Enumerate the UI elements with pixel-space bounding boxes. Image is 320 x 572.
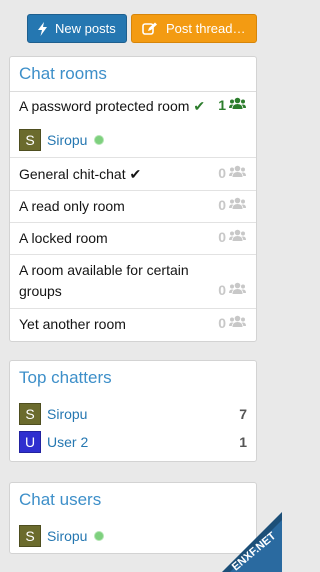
users-icon bbox=[229, 197, 246, 213]
avatar[interactable]: U bbox=[19, 431, 41, 453]
edit-icon bbox=[142, 22, 158, 36]
chat-user-item[interactable]: S Siropu bbox=[19, 524, 105, 548]
room-user-count: 0 bbox=[218, 229, 246, 245]
room-user-count: 0 bbox=[218, 165, 246, 181]
avatar[interactable]: S bbox=[19, 403, 41, 425]
chat-rooms-title: Chat rooms bbox=[10, 57, 256, 92]
room-user-count: 1 bbox=[218, 97, 246, 113]
room-item[interactable]: A locked room 0 bbox=[10, 223, 256, 255]
users-icon bbox=[229, 165, 246, 181]
room-item[interactable]: Yet another room 0 bbox=[10, 309, 256, 341]
room-name: Yet another room bbox=[19, 316, 126, 332]
users-icon bbox=[229, 315, 246, 331]
room-name: A locked room bbox=[19, 230, 108, 246]
online-dot-icon bbox=[94, 531, 105, 541]
post-thread-button[interactable]: Post thread… bbox=[131, 14, 257, 43]
room-item[interactable]: A read only room 0 bbox=[10, 191, 256, 223]
new-posts-label: New posts bbox=[55, 21, 116, 36]
online-dot-icon bbox=[94, 135, 105, 145]
room-name: A read only room bbox=[19, 198, 125, 214]
username-link[interactable]: Siropu bbox=[47, 406, 87, 422]
joined-check-icon: ✔ bbox=[129, 166, 142, 182]
top-chatters-title: Top chatters bbox=[19, 368, 112, 387]
chatter-item[interactable]: U User 2 1 bbox=[19, 430, 247, 454]
room-name: A room available for certain groups bbox=[19, 262, 189, 299]
users-icon bbox=[229, 229, 246, 245]
watermark: ENXF.NET bbox=[212, 512, 282, 572]
bolt-icon bbox=[38, 21, 47, 36]
new-posts-button[interactable]: New posts bbox=[27, 14, 127, 43]
avatar[interactable]: S bbox=[19, 129, 41, 151]
message-count: 1 bbox=[239, 434, 247, 450]
post-thread-label: Post thread… bbox=[166, 21, 246, 36]
joined-check-icon: ✔ bbox=[193, 98, 206, 114]
room-item[interactable]: A room available for certain groups 0 bbox=[10, 255, 256, 309]
room-item[interactable]: General chit-chat ✔ 0 bbox=[10, 158, 256, 191]
chat-rooms-block: Chat rooms A password protected room ✔ 1… bbox=[9, 56, 257, 342]
users-icon bbox=[229, 282, 246, 298]
room-user[interactable]: S Siropu bbox=[19, 128, 105, 152]
room-user-count: 0 bbox=[218, 315, 246, 331]
username-link[interactable]: Siropu bbox=[47, 132, 87, 148]
message-count: 7 bbox=[239, 406, 247, 422]
room-name: General chit-chat ✔ bbox=[19, 166, 142, 182]
users-icon bbox=[229, 97, 246, 113]
room-item[interactable]: A password protected room ✔ 1 S Siropu bbox=[10, 92, 256, 158]
top-chatters-block: Top chatters S Siropu 7 U User 2 1 bbox=[9, 360, 257, 462]
room-user-count: 0 bbox=[218, 282, 246, 298]
room-user-count: 0 bbox=[218, 197, 246, 213]
room-name: A password protected room ✔ bbox=[19, 98, 206, 114]
username-link[interactable]: User 2 bbox=[47, 434, 88, 450]
username-link[interactable]: Siropu bbox=[47, 528, 87, 544]
chatter-item[interactable]: S Siropu 7 bbox=[19, 402, 247, 426]
avatar[interactable]: S bbox=[19, 525, 41, 547]
